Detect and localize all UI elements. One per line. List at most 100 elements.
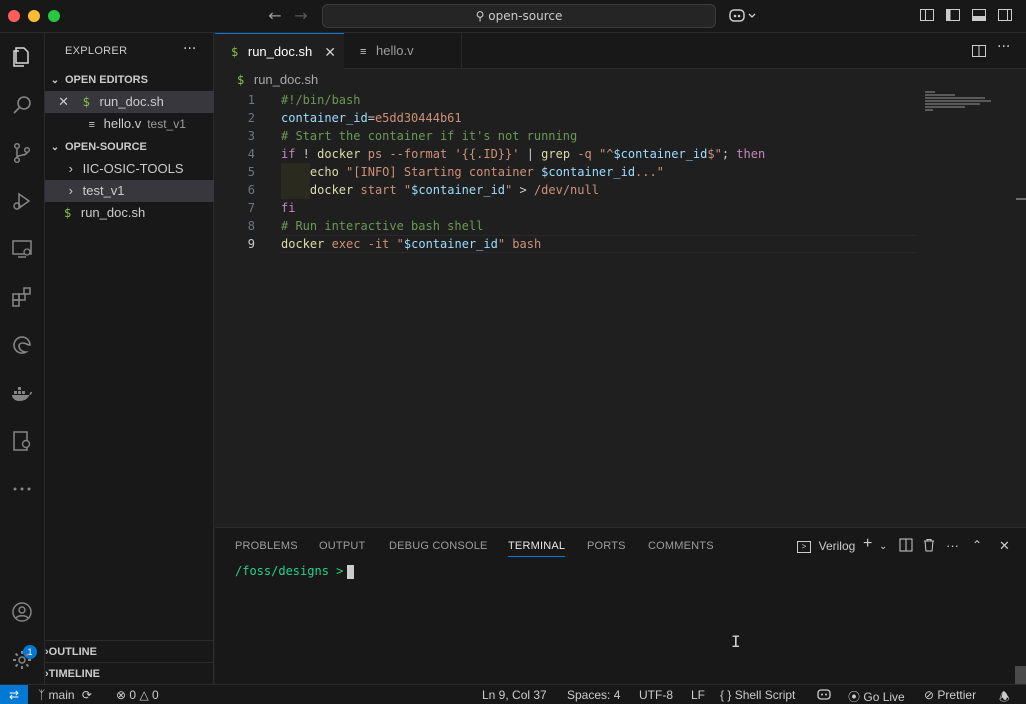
activity-bar: 1 <box>0 33 45 684</box>
new-terminal-icon[interactable]: + <box>863 535 872 553</box>
minimap[interactable] <box>925 91 1005 111</box>
shell-icon: $ <box>64 206 72 220</box>
bottom-panel: PROBLEMS OUTPUT DEBUG CONSOLE TERMINAL P… <box>215 527 1026 684</box>
error-count: 0 <box>129 688 137 702</box>
maximize-window-button[interactable] <box>48 10 60 22</box>
terminal-prompt[interactable]: /foss/designs > <box>235 564 355 579</box>
code-line: # Start the container if it's not runnin… <box>281 129 578 143</box>
extensions-icon[interactable] <box>8 283 36 311</box>
toggle-primary-sidebar-icon[interactable] <box>945 7 963 25</box>
close-panel-icon[interactable]: ✕ <box>999 538 1010 554</box>
run-debug-icon[interactable] <box>8 187 36 215</box>
tree-folder-test-v1[interactable]: › test_v1 <box>45 180 214 202</box>
remote-settings-icon[interactable] <box>8 427 36 455</box>
code-line: #!/bin/bash <box>281 93 361 107</box>
file-lines-icon: ≡ <box>360 46 367 58</box>
chevron-down-icon[interactable]: ⌄ <box>879 541 887 552</box>
problems-indicator[interactable]: ⊗ 0 △ 0 <box>116 688 159 702</box>
search-icon[interactable] <box>8 91 36 119</box>
chevron-right-icon: › <box>68 161 73 176</box>
outline-section[interactable]: ›OUTLINE <box>45 640 214 662</box>
remote-indicator-icon[interactable]: ⇄ <box>0 685 28 704</box>
split-terminal-icon[interactable] <box>899 538 913 555</box>
tab-problems[interactable]: PROBLEMS <box>235 540 298 552</box>
cursor-position[interactable]: Ln 9, Col 37 <box>482 688 547 702</box>
code-editor[interactable]: 1 2 3 4 5 6 7 8 9 #!/bin/bash container_… <box>215 91 1026 527</box>
workspace-section[interactable]: ⌄ OPEN-SOURCE <box>45 136 214 158</box>
close-icon[interactable]: ✕ <box>324 34 336 70</box>
maximize-panel-icon[interactable]: ⌃ <box>972 538 982 552</box>
warning-icon: △ <box>139 688 149 702</box>
edge-browser-icon[interactable] <box>8 331 36 359</box>
tab-ports[interactable]: PORTS <box>587 540 626 552</box>
line-number: 3 <box>247 129 255 143</box>
copilot-status-icon[interactable] <box>817 688 831 703</box>
remote-explorer-icon[interactable] <box>8 235 36 263</box>
chevron-down-icon: ⌄ <box>50 142 60 153</box>
search-icon: ⚲ <box>475 9 485 23</box>
branch-indicator[interactable]: ᛉ main ⟳ <box>38 688 92 702</box>
toggle-secondary-sidebar-icon[interactable] <box>997 7 1015 25</box>
encoding[interactable]: UTF-8 <box>639 688 673 702</box>
go-live-button[interactable]: ⦿ Go Live <box>848 688 905 704</box>
source-control-icon[interactable] <box>8 139 36 167</box>
prettier-status[interactable]: ⊘ Prettier <box>924 688 976 702</box>
command-center-search[interactable]: ⚲ open-source <box>322 4 716 28</box>
copilot-icon[interactable] <box>729 7 759 25</box>
open-editors-section[interactable]: ⌄ OPEN EDITORS <box>45 69 214 91</box>
language-mode[interactable]: { } Shell Script <box>720 688 795 702</box>
tree-folder-iic-osic-tools[interactable]: › IIC-OSIC-TOOLS <box>45 158 214 180</box>
more-actions-icon[interactable]: ··· <box>183 41 196 57</box>
line-number: 7 <box>247 201 255 215</box>
open-editor-run-doc[interactable]: ✕ $ run_doc.sh <box>45 91 214 113</box>
line-number: 8 <box>247 219 255 233</box>
minimize-window-button[interactable] <box>28 10 40 22</box>
scrollbar-marker <box>1016 198 1026 200</box>
timeline-section[interactable]: ›TIMELINE <box>45 662 214 684</box>
editor-scrollbar[interactable] <box>1016 69 1026 527</box>
more-icon[interactable] <box>8 475 36 503</box>
breadcrumb[interactable]: $ run_doc.sh <box>237 72 318 90</box>
tab-comments[interactable]: COMMENTS <box>648 540 714 552</box>
close-icon[interactable]: ✕ <box>45 91 69 113</box>
tree-file-run-doc[interactable]: $ run_doc.sh <box>45 202 214 224</box>
open-editor-label: hello.v <box>103 116 142 131</box>
terminal-icon: > <box>797 540 811 553</box>
tree-item-label: test_v1 <box>82 183 125 198</box>
indentation[interactable]: Spaces: 4 <box>567 688 620 702</box>
tree-item-label: run_doc.sh <box>80 205 146 220</box>
customize-layout-icon[interactable] <box>919 7 937 25</box>
toggle-panel-icon[interactable] <box>971 7 989 25</box>
accounts-icon[interactable] <box>8 598 36 626</box>
more-actions-icon[interactable]: ··· <box>997 39 1015 57</box>
sync-icon[interactable]: ⟳ <box>82 688 92 702</box>
back-arrow-icon[interactable]: ← <box>265 6 285 25</box>
tab-debug-console[interactable]: DEBUG CONSOLE <box>389 540 488 552</box>
language-label: Shell Script <box>734 688 796 702</box>
end-of-line[interactable]: LF <box>691 688 705 702</box>
line-number: 9 <box>247 237 255 251</box>
tab-output[interactable]: OUTPUT <box>319 540 365 552</box>
tab-run-doc[interactable]: $ run_doc.sh ✕ <box>215 33 344 69</box>
branch-name: main <box>48 688 75 702</box>
tab-terminal[interactable]: TERMINAL <box>508 540 566 557</box>
tab-hello[interactable]: ≡ hello.v <box>344 33 462 69</box>
forward-arrow-icon[interactable]: → <box>291 6 311 25</box>
line-number: 1 <box>247 93 255 107</box>
outline-label: OUTLINE <box>48 646 97 658</box>
terminal-scrollbar[interactable] <box>1015 666 1026 684</box>
terminal-profile-selector[interactable]: > Verilog <box>797 538 855 553</box>
prompt-text: /foss/designs > <box>235 564 344 578</box>
trash-icon[interactable] <box>922 538 936 555</box>
more-actions-icon[interactable]: ··· <box>946 538 959 553</box>
docker-icon[interactable] <box>8 379 36 407</box>
split-editor-icon[interactable] <box>971 43 989 61</box>
bell-icon[interactable]: 🕭 <box>999 688 1010 704</box>
warning-count: 0 <box>152 688 159 702</box>
timeline-label: TIMELINE <box>48 668 101 680</box>
explorer-icon[interactable] <box>8 43 36 71</box>
open-editor-hello[interactable]: ≡ hello.v test_v1 <box>45 113 214 135</box>
close-window-button[interactable] <box>8 10 20 22</box>
settings-gear-icon[interactable] <box>8 646 36 674</box>
file-lines-icon: ≡ <box>88 119 95 131</box>
